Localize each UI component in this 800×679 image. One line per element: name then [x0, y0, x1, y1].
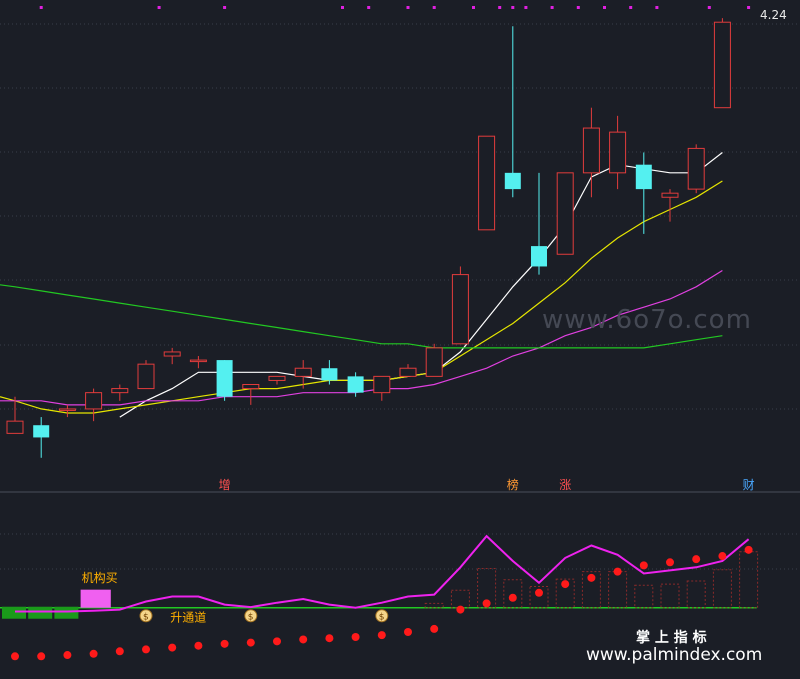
- candle-body: [294, 367, 312, 377]
- indicator-dot: [299, 635, 308, 644]
- indicator-dot: [377, 631, 386, 640]
- candle-body: [531, 246, 547, 267]
- top-dot: [524, 6, 528, 9]
- top-dot: [341, 6, 344, 9]
- candle-body: [687, 147, 705, 190]
- candle-body: [163, 351, 181, 357]
- top-dot: [406, 6, 410, 9]
- top-dot: [39, 6, 43, 9]
- indicator-dot: [273, 637, 281, 646]
- top-dot: [747, 6, 751, 9]
- event-marker: 涨: [559, 477, 571, 492]
- signal-block: [80, 589, 111, 608]
- money-bag-symbol: $: [379, 613, 385, 623]
- money-bag-symbol: $: [248, 613, 254, 623]
- candle-body: [635, 164, 652, 190]
- green-block: [28, 606, 53, 619]
- top-dot: [629, 6, 633, 9]
- indicator-dot: [613, 567, 622, 576]
- indicator-dot: [482, 599, 491, 608]
- indicator-dot: [456, 605, 465, 614]
- event-marker: 财: [743, 478, 755, 492]
- candle-body: [609, 131, 627, 174]
- money-bag-symbol: $: [143, 613, 149, 623]
- stock-chart: 增 榜 涨 财 $ $ $ 机构买升通道 www.6o7o.com 4.24 掌 上 指 标…: [0, 0, 800, 679]
- candle-body: [321, 368, 338, 381]
- candle-body: [713, 21, 731, 109]
- top-dot: [655, 6, 659, 9]
- candle-body: [556, 172, 574, 255]
- candle-body: [399, 367, 417, 377]
- indicator-dot: [639, 561, 648, 570]
- candle-body: [582, 127, 600, 174]
- candle-body: [6, 420, 24, 434]
- indicator-dot: [11, 652, 19, 661]
- indicator-dot: [351, 632, 360, 641]
- indicator-dot: [89, 649, 98, 658]
- candle-body: [58, 408, 76, 411]
- watermark-text: www.6o7o.com: [542, 305, 752, 335]
- top-dot: [367, 6, 371, 9]
- indicator-dot: [168, 643, 177, 652]
- candle-body: [111, 388, 129, 394]
- top-dot: [157, 6, 161, 9]
- candle-body: [451, 274, 469, 345]
- candle-body: [216, 360, 233, 397]
- top-dot: [472, 6, 475, 9]
- top-dot: [498, 6, 502, 9]
- indicator-dot: [718, 552, 727, 561]
- indicator-dot: [63, 651, 72, 660]
- indicator-dot: [535, 588, 543, 597]
- brand-chinese: 掌 上 指 标: [636, 629, 707, 646]
- indicator-dot: [37, 652, 46, 661]
- brand-url: www.palmindex.com: [586, 645, 762, 665]
- indicator-dot: [508, 593, 517, 602]
- event-marker: 榜: [507, 477, 519, 492]
- indicator-dot: [246, 638, 255, 647]
- indicator-label: 机构买: [82, 570, 118, 585]
- indicator-label: 升通道: [170, 611, 206, 625]
- indicator-dot: [587, 573, 596, 582]
- top-dot: [576, 6, 580, 9]
- candle-body: [33, 425, 50, 438]
- indicator-dot: [194, 641, 203, 650]
- candle-body: [425, 347, 443, 377]
- top-dot: [707, 6, 711, 9]
- candle-body: [504, 172, 521, 190]
- event-marker: 增: [219, 478, 231, 492]
- indicator-dot: [430, 624, 439, 633]
- top-dot: [223, 6, 227, 9]
- candle-body: [347, 376, 364, 393]
- indicator-dot: [744, 545, 753, 554]
- indicator-dot: [220, 639, 229, 648]
- green-block: [2, 606, 26, 619]
- candle-body: [137, 363, 155, 390]
- indicator-dot: [666, 558, 674, 567]
- green-block: [54, 606, 79, 619]
- candle-body: [85, 392, 103, 410]
- candle-body: [189, 359, 207, 363]
- top-dot: [432, 6, 436, 9]
- indicator-dot: [325, 634, 334, 643]
- candle-body: [242, 384, 260, 390]
- candle-body: [661, 192, 679, 198]
- candle-body: [478, 135, 496, 231]
- indicator-dot: [142, 645, 150, 654]
- indicator-dot: [561, 580, 570, 589]
- top-dot: [511, 6, 515, 9]
- indicator-dot: [404, 628, 412, 637]
- candle-body: [268, 375, 286, 381]
- indicator-dot: [692, 555, 701, 564]
- last-price-label: 4.24: [760, 8, 787, 22]
- indicator-dot: [115, 647, 124, 656]
- candle-body: [373, 375, 391, 394]
- top-dot: [603, 6, 606, 9]
- top-dot: [550, 6, 554, 9]
